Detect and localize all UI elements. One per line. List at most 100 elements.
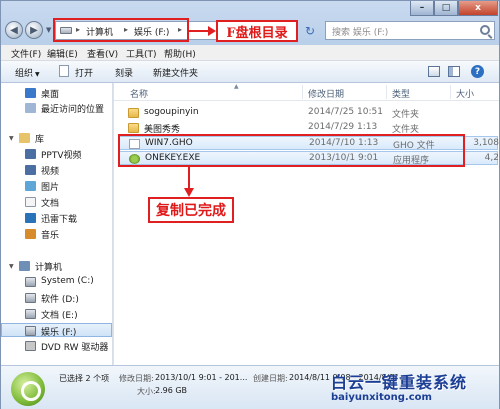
maximize-button[interactable]: □ (434, 1, 458, 16)
file-date: 2014/7/25 10:51 (308, 107, 383, 117)
nav-label: DVD RW 驱动器 (41, 343, 109, 353)
nav-label: 娱乐 (F:) (41, 328, 77, 338)
nav-item-pptv[interactable]: PPTV视频 (1, 147, 112, 161)
open-button[interactable]: 打开 (75, 66, 93, 79)
close-button[interactable]: x (458, 1, 498, 16)
menu-tools[interactable]: 工具(T) (126, 47, 157, 60)
watermark-logo: 白云一键重装系统 (331, 373, 468, 392)
nav-label: 计算机 (35, 263, 63, 273)
nav-item-pictures[interactable]: 图片 (1, 179, 112, 193)
nav-item-drive-e[interactable]: 文档 (E:) (1, 307, 112, 321)
nav-item-documents[interactable]: 文档 (1, 195, 112, 209)
nav-item-desktop[interactable]: 桌面 (1, 86, 112, 100)
copied-files-highlight-box (118, 134, 465, 167)
file-date: 2014/7/29 1:13 (308, 122, 378, 132)
search-icon[interactable] (480, 25, 490, 35)
explorer-window: ◀ ▶ ▼ ▸ 计算机 ▸ 娱乐 (F:) ▸ ↻ 搜索 娱乐 (F:) – □… (0, 0, 500, 409)
drive-icon (25, 326, 36, 336)
navigation-pane: 桌面 最近访问的位置 ▼ 库 PPTV视频 视频 图片 文档 迅雷下载 音乐 ▼… (1, 83, 113, 365)
file-row[interactable]: sogoupinyin 2014/7/25 10:51 文件夹 (118, 106, 498, 120)
file-list: ▲ 名称 修改日期 类型 大小 sogoupinyin 2014/7/25 10… (114, 83, 499, 365)
file-size: 4,2 (484, 153, 499, 163)
video-library-icon (25, 149, 36, 159)
desktop-icon (25, 88, 36, 98)
file-icon (59, 65, 69, 77)
file-name: sogoupinyin (144, 107, 199, 117)
forward-button[interactable]: ▶ (25, 21, 43, 39)
nav-item-dvd[interactable]: DVD RW 驱动器 (1, 339, 112, 353)
modified-value: 2013/10/1 9:01 - 201... (155, 373, 248, 382)
sort-indicator-icon: ▲ (234, 83, 239, 90)
organize-button[interactable]: 组织 ▼ (15, 66, 40, 79)
organize-label: 组织 (15, 69, 34, 79)
nav-label: 图片 (41, 183, 60, 193)
nav-label: 最近访问的位置 (41, 105, 105, 115)
menu-file[interactable]: 文件(F) (11, 47, 41, 60)
help-icon[interactable]: ? (471, 65, 484, 78)
nav-item-library[interactable]: ▼ 库 (1, 131, 112, 145)
nav-item-video[interactable]: 视频 (1, 163, 112, 177)
documents-icon (25, 197, 36, 207)
watermark-url: baiyunxitong.com (331, 392, 432, 403)
nav-item-thunder[interactable]: 迅雷下载 (1, 211, 112, 225)
nav-label: 文档 (41, 199, 60, 209)
file-type: 文件夹 (392, 110, 420, 120)
menu-edit[interactable]: 编辑(E) (47, 47, 78, 60)
f-root-callout: F盘根目录 (216, 20, 298, 42)
forward-arrow-icon: ▶ (30, 24, 38, 36)
download-icon (25, 213, 36, 223)
nav-label: 库 (35, 135, 45, 145)
new-folder-button[interactable]: 新建文件夹 (153, 66, 198, 79)
nav-label: 视频 (41, 167, 60, 177)
library-icon (19, 133, 30, 143)
column-separator[interactable] (386, 85, 387, 99)
music-icon (25, 229, 36, 239)
back-button[interactable]: ◀ (5, 21, 23, 39)
command-bar: 组织 ▼ 打开 刻录 新建文件夹 ? (1, 61, 499, 83)
column-header-size[interactable]: 大小 (456, 87, 474, 100)
menu-view[interactable]: 查看(V) (87, 47, 118, 60)
video-library-icon (25, 165, 36, 175)
column-header-name[interactable]: 名称 (130, 87, 148, 100)
nav-item-music[interactable]: 音乐 (1, 227, 112, 241)
chevron-down-icon: ▼ (35, 71, 40, 78)
nav-item-recent[interactable]: 最近访问的位置 (1, 101, 112, 115)
drive-icon (25, 293, 36, 303)
search-input[interactable]: 搜索 娱乐 (F:) (325, 21, 495, 40)
menu-help[interactable]: 帮助(H) (164, 47, 196, 60)
dvd-drive-icon (25, 341, 36, 351)
size-label: 大小: (137, 387, 156, 396)
minimize-button[interactable]: – (410, 1, 434, 16)
copy-done-callout: 复制已完成 (148, 197, 234, 223)
nav-label: 音乐 (41, 231, 60, 241)
column-separator[interactable] (450, 85, 451, 99)
expand-icon[interactable]: ▼ (9, 135, 14, 142)
recent-pages-dropdown-icon[interactable]: ▼ (46, 26, 51, 34)
nav-label: System (C:) (41, 276, 94, 286)
expand-icon[interactable]: ▼ (9, 263, 14, 270)
pictures-icon (25, 181, 36, 191)
burn-button[interactable]: 刻录 (115, 66, 133, 79)
drive-icon (25, 309, 36, 319)
search-placeholder: 搜索 娱乐 (F:) (332, 28, 389, 38)
nav-label: PPTV视频 (41, 151, 82, 161)
nav-label: 桌面 (41, 90, 60, 100)
nav-item-drive-c[interactable]: System (C:) (1, 275, 112, 289)
nav-item-computer[interactable]: ▼ 计算机 (1, 259, 112, 273)
nav-label: 迅雷下载 (41, 215, 78, 225)
preview-pane-icon[interactable] (448, 66, 460, 77)
column-header-type[interactable]: 类型 (392, 87, 410, 100)
folder-icon (128, 123, 139, 133)
column-separator[interactable] (302, 85, 303, 99)
back-arrow-icon: ◀ (10, 24, 18, 36)
change-view-icon[interactable] (428, 66, 440, 77)
refresh-icon[interactable]: ↻ (301, 21, 319, 40)
column-header-date[interactable]: 修改日期 (308, 87, 344, 100)
nav-item-drive-f[interactable]: 娱乐 (F:) (1, 323, 112, 338)
address-highlight-box (53, 18, 189, 42)
drive-icon (25, 277, 36, 287)
onekey-app-icon (11, 372, 45, 406)
nav-label: 软件 (D:) (41, 295, 79, 305)
nav-item-drive-d[interactable]: 软件 (D:) (1, 291, 112, 305)
file-row[interactable]: 美图秀秀 2014/7/29 1:13 文件夹 (118, 121, 498, 135)
